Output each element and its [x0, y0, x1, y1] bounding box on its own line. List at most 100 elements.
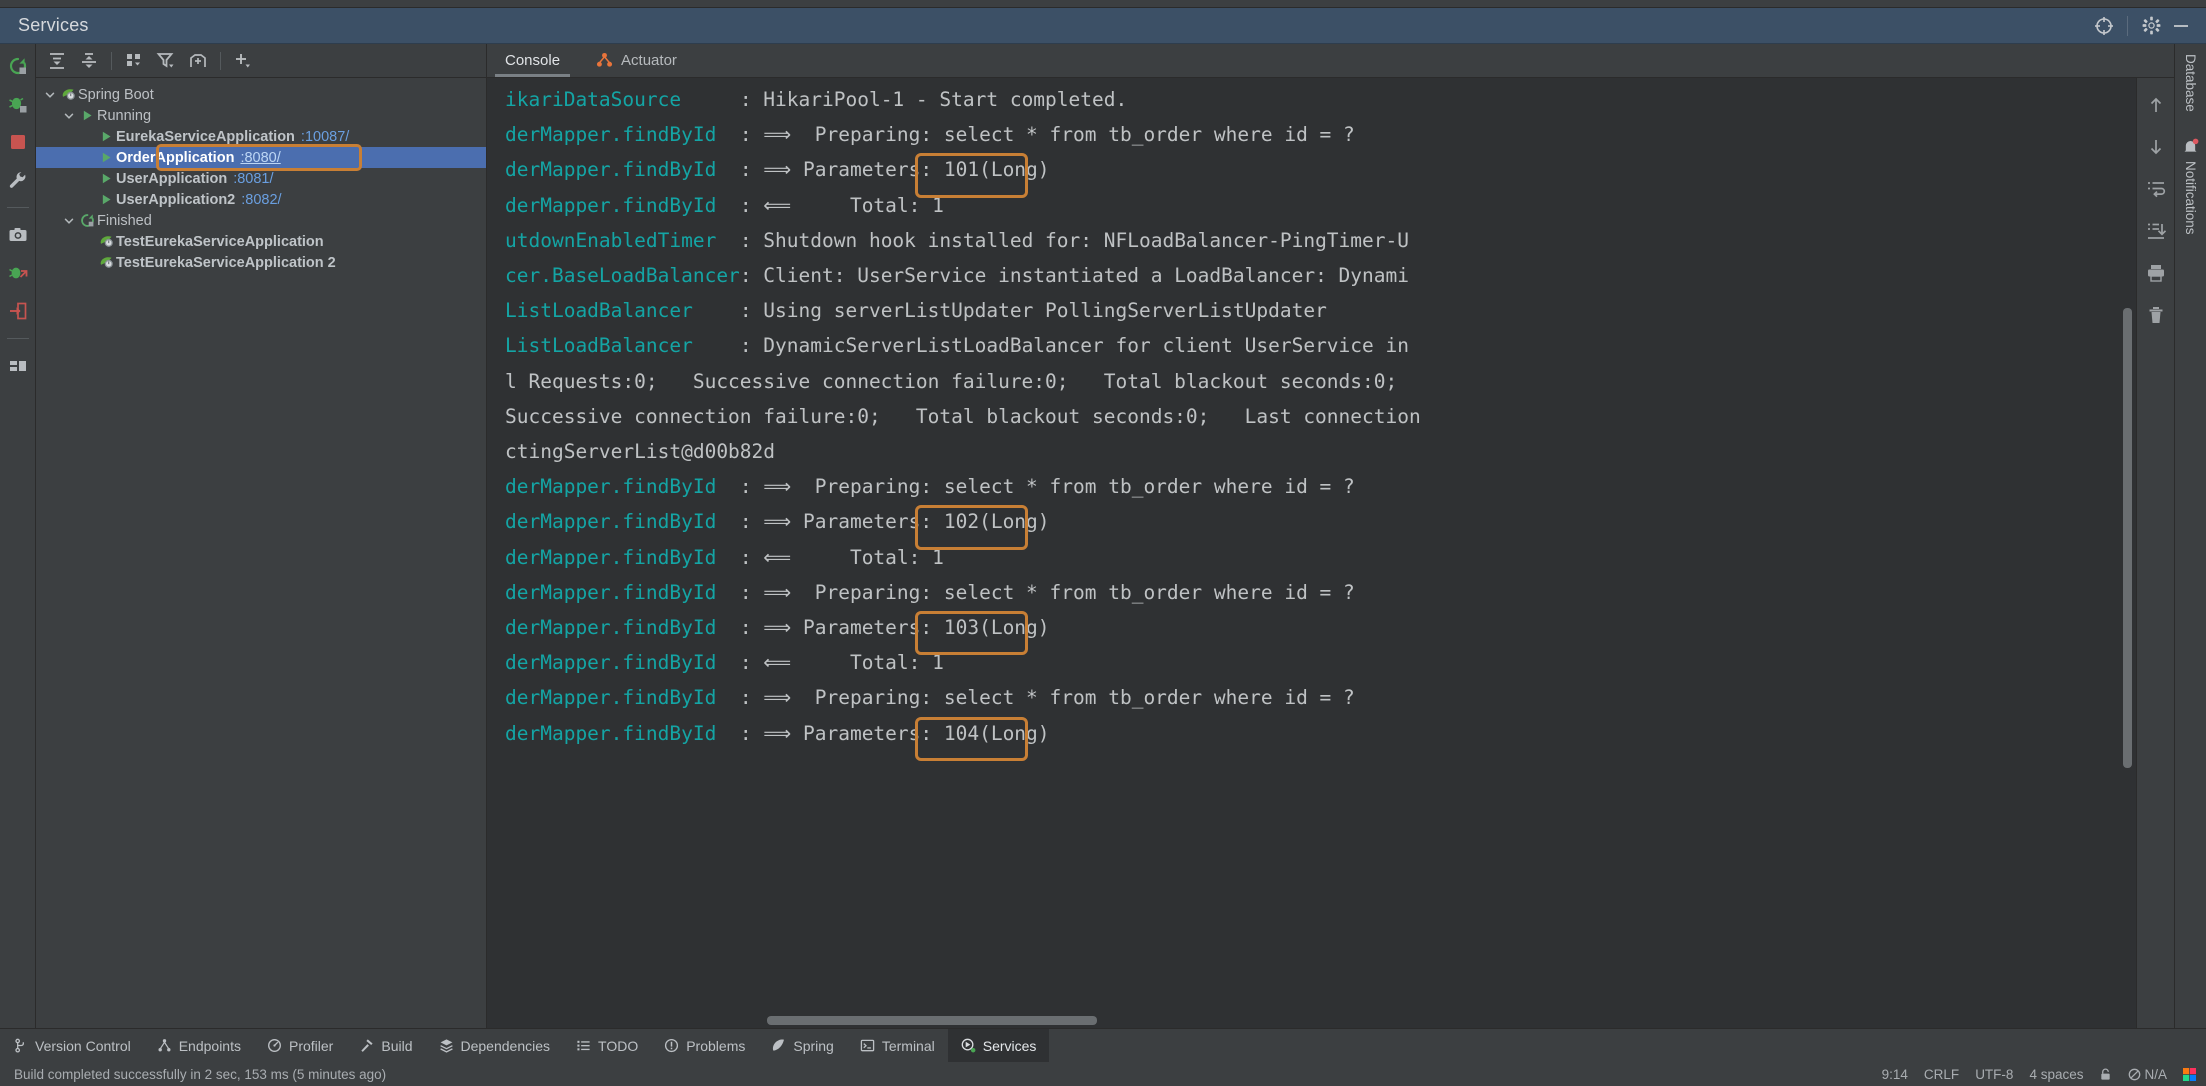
file-encoding[interactable]: UTF-8	[1975, 1067, 2013, 1082]
bottom-tool-label: Version Control	[35, 1037, 131, 1054]
tree-row-user-application[interactable]: UserApplication :8081/	[36, 168, 486, 189]
tab-console[interactable]: Console	[487, 44, 578, 77]
notifications-tool-window-label: Notifications	[2183, 160, 2198, 235]
line-separator[interactable]: CRLF	[1924, 1067, 1959, 1082]
print-icon[interactable]	[2143, 260, 2169, 286]
console-line: ikariDataSource : HikariPool-1 - Start c…	[505, 82, 2136, 117]
tree-row-running[interactable]: Running	[36, 105, 486, 126]
bottom-tool-profiler[interactable]: Profiler	[254, 1029, 346, 1062]
console-line: derMapper.findById : ⟹ Preparing: select…	[505, 117, 2136, 152]
debug-attach-icon[interactable]	[4, 259, 32, 287]
add-icon[interactable]	[228, 47, 258, 75]
gear-icon[interactable]	[2136, 11, 2166, 41]
stop-icon[interactable]	[4, 128, 32, 156]
window-top-strip	[0, 0, 2206, 8]
console-tab-bar: Console Actuator	[487, 44, 2174, 78]
tab-actuator[interactable]: Actuator	[578, 44, 695, 77]
console-line: derMapper.findById : ⟹ Preparing: select…	[505, 469, 2136, 504]
chevron-down-icon[interactable]	[61, 213, 77, 229]
bottom-tool-version-control[interactable]: Version Control	[0, 1029, 144, 1062]
branch-icon	[13, 1038, 28, 1053]
soft-wrap-icon[interactable]	[2143, 176, 2169, 202]
inspection-label: N/A	[2144, 1066, 2167, 1082]
bottom-tool-todo[interactable]: TODO	[563, 1029, 651, 1062]
console-logger-name: derMapper.findById	[505, 510, 740, 534]
bell-icon	[2182, 138, 2199, 155]
lock-icon[interactable]	[2099, 1067, 2112, 1082]
wrench-icon[interactable]	[4, 166, 32, 194]
chevron-down-icon[interactable]	[42, 87, 58, 103]
console-area: Console Actuator ikariDataSource : Hikari…	[487, 44, 2174, 1028]
services-main-area: Spring Boot Running EurekaServiceApplicati…	[0, 44, 2206, 1028]
console-horizontal-scrollbar[interactable]	[767, 1016, 1097, 1025]
service-port-link[interactable]: :8081/	[233, 171, 273, 187]
tree-row-finished[interactable]: Finished	[36, 210, 486, 231]
console-line: ListLoadBalancer : Using serverListUpdat…	[505, 293, 2136, 328]
build-status-message: Build completed successfully in 2 sec, 1…	[14, 1066, 387, 1082]
bottom-tool-dependencies[interactable]: Dependencies	[426, 1029, 564, 1062]
bottom-tool-spring[interactable]: Spring	[758, 1029, 846, 1062]
services-tool-window: Services Spring Boot Running EurekaServi…	[0, 0, 2206, 1086]
run-green-triangle-icon	[96, 151, 116, 164]
trash-icon[interactable]	[2143, 302, 2169, 328]
minimize-icon[interactable]	[2166, 11, 2196, 41]
bottom-tool-label: Profiler	[289, 1037, 334, 1054]
bottom-tool-label: Spring	[793, 1037, 834, 1054]
console-message: : HikariPool-1 - Start completed.	[739, 88, 1128, 111]
service-port-link[interactable]: :8080/	[240, 150, 280, 166]
layout-icon[interactable]	[4, 352, 32, 380]
console-line: l Requests:0; Successive connection fail…	[505, 364, 2136, 399]
rerun-icon[interactable]	[4, 52, 32, 80]
tree-row-spring-boot[interactable]: Spring Boot	[36, 84, 486, 105]
service-port-link[interactable]: :10087/	[301, 129, 349, 145]
console-wrapper: ikariDataSource : HikariPool-1 - Start c…	[487, 78, 2174, 1028]
arrow-down-icon[interactable]	[2143, 134, 2169, 160]
bottom-tool-build[interactable]: Build	[346, 1029, 425, 1062]
filter-icon[interactable]	[151, 47, 181, 75]
debug-icon[interactable]	[4, 90, 32, 118]
collapse-all-icon[interactable]	[74, 47, 104, 75]
tree-row-eureka-service-application[interactable]: EurekaServiceApplication:10087/	[36, 126, 486, 147]
group-by-icon[interactable]	[119, 47, 149, 75]
add-tab-icon[interactable]	[183, 47, 213, 75]
service-port-link[interactable]: :8082/	[241, 192, 281, 208]
services-tree[interactable]: Spring Boot Running EurekaServiceApplicati…	[36, 78, 486, 1028]
database-tool-window[interactable]: Database	[2183, 54, 2198, 112]
chevron-down-icon[interactable]	[61, 108, 77, 124]
console-logger-name: derMapper.findById	[505, 580, 740, 604]
bottom-tool-endpoints[interactable]: Endpoints	[144, 1029, 254, 1062]
page-title: Services	[18, 15, 89, 35]
bottom-tool-problems[interactable]: Problems	[651, 1029, 758, 1062]
indent-setting[interactable]: 4 spaces	[2029, 1067, 2083, 1082]
console-line: derMapper.findById : ⟹ Parameters: 104(L…	[505, 716, 2136, 751]
notifications-tool-window[interactable]: Notifications	[2182, 138, 2199, 235]
tree-row-label: Finished	[97, 212, 152, 229]
bottom-tool-terminal[interactable]: Terminal	[847, 1029, 948, 1062]
bottom-tool-services[interactable]: Services	[947, 1029, 1050, 1062]
arrow-up-icon[interactable]	[2143, 92, 2169, 118]
console-message: : ⟹ Parameters: 104(Long)	[739, 721, 1050, 745]
inspection-status[interactable]: N/A	[2128, 1067, 2167, 1082]
console-output[interactable]: ikariDataSource : HikariPool-1 - Start c…	[487, 78, 2136, 1028]
caret-position[interactable]: 9:14	[1882, 1067, 1908, 1082]
spring-boot-icon	[96, 234, 116, 249]
toolbar-separator-2	[220, 51, 221, 70]
tree-row-label: UserApplication	[116, 170, 228, 187]
console-message: : ⟸ Total: 1	[739, 651, 944, 675]
console-vertical-scrollbar[interactable]	[2123, 308, 2132, 768]
tree-row-test-eureka-service-application-2[interactable]: TestEurekaServiceApplication 2	[36, 252, 486, 273]
tree-row-test-eureka-service-application[interactable]: TestEurekaServiceApplication	[36, 231, 486, 252]
console-logger-name: derMapper.findById	[505, 686, 740, 710]
scroll-to-end-icon[interactable]	[2143, 218, 2169, 244]
tree-row-user-application-2[interactable]: UserApplication2:8082/	[36, 189, 486, 210]
login-arrow-icon[interactable]	[4, 297, 32, 325]
console-message: : ⟹ Parameters: 101(Long)	[739, 158, 1050, 182]
tree-row-order-application[interactable]: OrderApplication:8080/	[36, 147, 486, 168]
camera-icon[interactable]	[4, 221, 32, 249]
expand-all-icon[interactable]	[42, 47, 72, 75]
console-message: ctingServerList@d00b82d	[505, 440, 776, 464]
crosshair-target-icon[interactable]	[2089, 11, 2119, 41]
console-line: cer.BaseLoadBalancer: Client: UserServic…	[505, 258, 2136, 293]
